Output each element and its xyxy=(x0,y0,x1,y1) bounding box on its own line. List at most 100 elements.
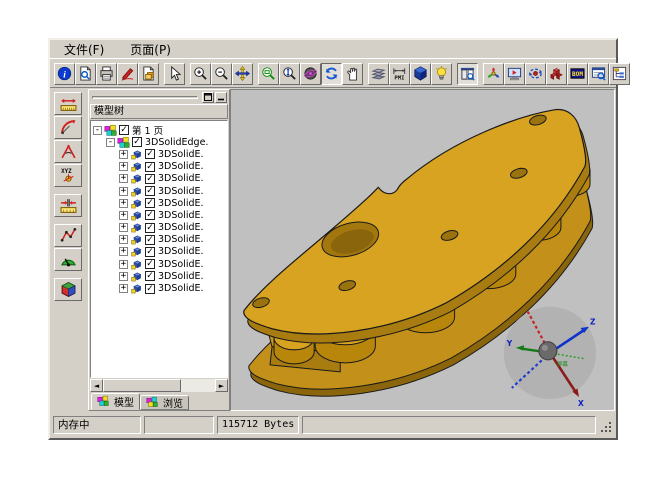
tab-model[interactable]: 模型 xyxy=(91,393,140,410)
panel-drag-grip[interactable] xyxy=(92,96,198,99)
expand-toggle[interactable]: + xyxy=(119,162,128,171)
menu-page[interactable]: 页面(P) xyxy=(126,40,179,59)
pan-hand-button[interactable] xyxy=(342,63,363,85)
visibility-checkbox[interactable]: ✓ xyxy=(145,210,155,220)
orbit-button[interactable] xyxy=(300,63,321,85)
tree-item-label[interactable]: 3DSolidE. xyxy=(158,259,204,270)
part-icon xyxy=(130,270,143,283)
scroll-left-button[interactable]: ◄ xyxy=(90,379,103,392)
visibility-checkbox[interactable]: ✓ xyxy=(145,186,155,196)
expand-toggle[interactable]: + xyxy=(119,150,128,159)
tree-item-label[interactable]: 第 1 页 xyxy=(132,123,163,137)
zoom-window-icon xyxy=(261,66,276,81)
layers-button[interactable] xyxy=(368,63,389,85)
scroll-thumb[interactable] xyxy=(103,379,181,392)
views-button[interactable] xyxy=(410,63,431,85)
visibility-checkbox[interactable]: ✓ xyxy=(132,137,142,147)
pan-move-button[interactable] xyxy=(232,63,253,85)
zoom-window-button[interactable] xyxy=(258,63,279,85)
rotate-center-button[interactable] xyxy=(525,63,546,85)
measure-polyline-button[interactable] xyxy=(54,224,82,247)
print-button[interactable] xyxy=(96,63,117,85)
scroll-track[interactable] xyxy=(103,379,215,392)
animation-button[interactable] xyxy=(504,63,525,85)
tree-item-label[interactable]: 3DSolidE. xyxy=(158,210,204,221)
zoom-out-button[interactable] xyxy=(211,63,232,85)
coordinate-button[interactable]: XYZ xyxy=(54,164,82,187)
menu-file[interactable]: 文件(F) xyxy=(60,40,112,59)
measure-length-button[interactable] xyxy=(54,92,82,115)
tree-item-label[interactable]: 3DSolidE. xyxy=(158,234,204,245)
scroll-right-button[interactable]: ► xyxy=(215,379,228,392)
tree-horizontal-scrollbar[interactable]: ◄ ► xyxy=(90,379,228,392)
zoom-dynamic-button[interactable] xyxy=(279,63,300,85)
info-button[interactable]: i xyxy=(54,63,75,85)
panel-hide-button[interactable] xyxy=(215,92,227,103)
visibility-checkbox[interactable]: ✓ xyxy=(145,259,155,269)
measure-area-button[interactable] xyxy=(54,248,82,271)
visibility-checkbox[interactable]: ✓ xyxy=(145,174,155,184)
explode-button[interactable] xyxy=(546,63,567,85)
tree-item-label[interactable]: 3DSolidE. xyxy=(158,161,204,172)
expand-toggle[interactable]: + xyxy=(119,174,128,183)
visibility-checkbox[interactable]: ✓ xyxy=(145,149,155,159)
panel-maximize-button[interactable] xyxy=(202,92,214,103)
model-tab-icon xyxy=(97,395,110,408)
tree-item-label[interactable]: 3DSolidEdge. xyxy=(145,137,208,148)
collapse-toggle[interactable]: - xyxy=(93,126,102,135)
collapse-toggle[interactable]: - xyxy=(106,138,115,147)
visibility-checkbox[interactable]: ✓ xyxy=(145,198,155,208)
resize-grip[interactable] xyxy=(599,420,613,434)
measure-area-icon xyxy=(60,251,77,268)
expand-toggle[interactable]: + xyxy=(119,235,128,244)
open-button[interactable] xyxy=(75,63,96,85)
pan-hand-icon xyxy=(345,66,360,81)
export-button[interactable] xyxy=(138,63,159,85)
properties-button[interactable] xyxy=(588,63,609,85)
pmi-button[interactable]: PMI xyxy=(389,63,410,85)
tree-item-label[interactable]: 3DSolidE. xyxy=(158,186,204,197)
light-button[interactable] xyxy=(431,63,452,85)
tree-item-label[interactable]: 3DSolidE. xyxy=(158,283,204,294)
tab-browse[interactable]: 浏览 xyxy=(140,395,189,410)
measure-volume-button[interactable] xyxy=(54,278,82,301)
walkthrough-icon xyxy=(486,66,501,81)
tree-item-label[interactable]: 3DSolidE. xyxy=(158,271,204,282)
expand-toggle[interactable]: + xyxy=(119,199,128,208)
visibility-checkbox[interactable]: ✓ xyxy=(145,162,155,172)
visibility-checkbox[interactable]: ✓ xyxy=(145,247,155,257)
spin-button[interactable] xyxy=(321,63,342,85)
preview-button[interactable] xyxy=(457,63,478,85)
markup-button[interactable] xyxy=(117,63,138,85)
tree-item-label[interactable]: 3DSolidE. xyxy=(158,246,204,257)
viewport-3d[interactable]: Z Y X 屏幕 xyxy=(230,89,615,411)
tree-item-label[interactable]: 3DSolidE. xyxy=(158,149,204,160)
visibility-checkbox[interactable]: ✓ xyxy=(145,235,155,245)
visibility-checkbox[interactable]: ✓ xyxy=(119,125,129,135)
expand-toggle[interactable]: + xyxy=(119,187,128,196)
bom-button[interactable]: BOM xyxy=(567,63,588,85)
expand-toggle[interactable]: + xyxy=(119,260,128,269)
select-button[interactable] xyxy=(164,63,185,85)
browse-tab-icon xyxy=(146,396,159,409)
visibility-checkbox[interactable]: ✓ xyxy=(145,271,155,281)
tree-item-label[interactable]: 3DSolidE. xyxy=(158,222,204,233)
measure-distance-button[interactable] xyxy=(54,194,82,217)
part-icon xyxy=(130,148,143,161)
tree-tabs: 模型 浏览 xyxy=(89,392,229,410)
expand-toggle[interactable]: + xyxy=(119,284,128,293)
measure-radius-button[interactable] xyxy=(54,116,82,139)
visibility-checkbox[interactable]: ✓ xyxy=(145,284,155,294)
zoom-in-button[interactable] xyxy=(190,63,211,85)
measure-angle-button[interactable] xyxy=(54,140,82,163)
expand-toggle[interactable]: + xyxy=(119,211,128,220)
structure-button[interactable] xyxy=(609,63,630,85)
tree-item-label[interactable]: 3DSolidE. xyxy=(158,198,204,209)
explode-icon xyxy=(549,66,564,81)
walkthrough-button[interactable] xyxy=(483,63,504,85)
expand-toggle[interactable]: + xyxy=(119,272,128,281)
expand-toggle[interactable]: + xyxy=(119,223,128,232)
visibility-checkbox[interactable]: ✓ xyxy=(145,223,155,233)
tree-item-label[interactable]: 3DSolidE. xyxy=(158,173,204,184)
expand-toggle[interactable]: + xyxy=(119,247,128,256)
